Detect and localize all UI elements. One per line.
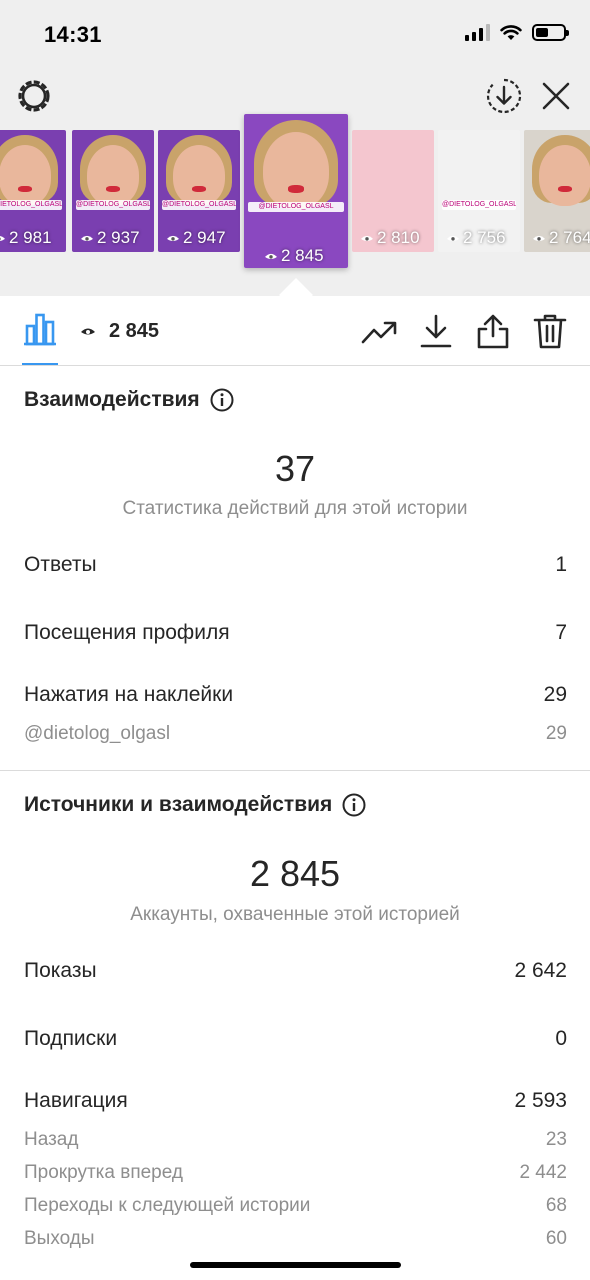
bar-chart-icon[interactable] — [20, 310, 60, 350]
story-thumbnail-strip: @DIETOLOG_OLGASL 2 981 @DIETOLOG_OLGASL 2 9… — [0, 0, 590, 296]
sub-stat-value: 2 442 — [519, 1162, 567, 1183]
sub-stat-label: Прокрутка вперед — [24, 1162, 183, 1183]
story-photo-face — [0, 144, 52, 206]
eye-icon — [0, 235, 5, 241]
story-view-count: 2 947 — [166, 228, 226, 248]
story-photo-lips — [287, 184, 305, 193]
story-thumbnail[interactable]: @DIETOLOG_OLGASL 2 981 — [0, 130, 66, 252]
interactions-subtitle: Статистика действий для этой истории — [122, 498, 468, 519]
story-thumbnail[interactable]: @DIETOLOG_OLGASL 2 756 — [438, 130, 520, 252]
interactions-total: 37 — [274, 448, 316, 489]
insights-toolbar: 2 845 — [0, 296, 590, 366]
sub-stat-row: @dietolog_olgasl 29 — [24, 723, 567, 745]
sub-stat-row: Выходы 60 — [24, 1228, 567, 1250]
story-photo-lips — [18, 186, 32, 193]
story-view-count-value: 2 764 — [549, 228, 590, 247]
interactions-heading: Взаимодействия — [24, 388, 234, 412]
story-mention-sticker: @DIETOLOG_OLGASL — [442, 199, 516, 210]
story-view-count: 2 937 — [80, 228, 140, 248]
story-photo-lips — [558, 186, 572, 193]
sub-stat-row: Назад 23 — [24, 1129, 567, 1151]
story-thumbnail[interactable]: @DIETOLOG_OLGASL 2 937 — [72, 130, 154, 252]
info-icon[interactable] — [210, 388, 234, 412]
story-photo-face — [538, 144, 590, 206]
sub-stat-row: Прокрутка вперед 2 442 — [24, 1162, 567, 1184]
sub-stat-label: Переходы к следующей истории — [24, 1195, 311, 1216]
eye-icon — [361, 235, 373, 241]
stat-label: Показы — [24, 959, 97, 982]
story-thumbnail[interactable]: 2 810 — [352, 130, 434, 252]
interactions-title: Взаимодействия — [24, 388, 200, 411]
story-mention-sticker: @DIETOLOG_OLGASL — [248, 201, 344, 212]
eye-icon — [81, 328, 95, 335]
story-view-count-value: 2 947 — [183, 228, 226, 247]
story-view-count-value: 2 937 — [97, 228, 140, 247]
section-divider — [0, 770, 590, 771]
stat-row: Ответы 1 — [24, 553, 567, 577]
story-view-count-value: 2 981 — [9, 228, 52, 247]
story-mention-sticker: @DIETOLOG_OLGASL — [0, 199, 62, 210]
discovery-subtitle: Аккаунты, охваченные этой историей — [130, 904, 460, 925]
stat-value: 29 — [543, 683, 567, 706]
story-view-count: 2 756 — [446, 228, 506, 248]
sub-stat-value: 23 — [545, 1129, 567, 1150]
sub-stat-value: 68 — [545, 1195, 567, 1216]
stat-value: 0 — [555, 1027, 567, 1050]
discovery-heading: Источники и взаимодействия — [24, 793, 366, 817]
story-photo-face — [86, 144, 140, 206]
stat-value: 2 642 — [514, 959, 567, 982]
stat-row: Навигация 2 593 — [24, 1089, 567, 1113]
story-thumbnail[interactable]: 2 764 — [524, 130, 590, 252]
story-reach-count: 2 845 — [109, 320, 160, 342]
story-view-count-value: 2 845 — [281, 246, 324, 265]
stat-row: Посещения профиля 7 — [24, 621, 567, 645]
share-icon[interactable] — [474, 312, 512, 350]
stat-value: 1 — [555, 553, 567, 576]
trending-up-icon[interactable] — [360, 312, 398, 350]
stat-row: Нажатия на наклейки 29 — [24, 683, 567, 707]
stat-row: Подписки 0 — [24, 1027, 567, 1051]
sub-stat-value: 60 — [545, 1228, 567, 1249]
sub-stat-label: Выходы — [24, 1228, 95, 1249]
story-view-count-value: 2 810 — [377, 228, 420, 247]
story-mention-sticker: @DIETOLOG_OLGASL — [76, 199, 150, 210]
story-photo-face — [172, 144, 226, 206]
eye-icon — [81, 235, 93, 241]
story-photo-lips — [106, 186, 120, 193]
eye-icon — [167, 235, 179, 241]
stat-value: 7 — [555, 621, 567, 644]
eye-icon — [265, 253, 277, 259]
sub-stat-row: Переходы к следующей истории 68 — [24, 1195, 567, 1217]
info-icon[interactable] — [342, 793, 366, 817]
story-photo-face — [262, 132, 330, 210]
download-icon[interactable] — [417, 312, 455, 350]
trash-icon[interactable] — [531, 312, 569, 350]
stat-label: Ответы — [24, 553, 97, 576]
story-thumbnail[interactable]: @DIETOLOG_OLGASL 2 947 — [158, 130, 240, 252]
stat-label: Посещения профиля — [24, 621, 230, 644]
story-view-count-value: 2 756 — [463, 228, 506, 247]
story-mention-sticker: @DIETOLOG_OLGASL — [162, 199, 236, 210]
story-thumbnail-selected[interactable]: @DIETOLOG_OLGASL 2 845 — [244, 114, 348, 268]
active-tab-indicator — [22, 363, 58, 365]
stat-label: Навигация — [24, 1089, 128, 1112]
sub-stat-label: Назад — [24, 1129, 79, 1150]
stat-row: Показы 2 642 — [24, 959, 567, 983]
eye-icon — [447, 235, 459, 241]
story-view-count: 2 981 — [0, 228, 52, 248]
eye-icon — [533, 235, 545, 241]
story-view-count: 2 764 — [532, 228, 590, 248]
discovery-total: 2 845 — [249, 853, 341, 894]
story-photo-lips — [192, 186, 206, 193]
stat-label: Нажатия на наклейки — [24, 683, 234, 706]
story-view-count: 2 810 — [360, 228, 420, 248]
stat-value: 2 593 — [514, 1089, 567, 1112]
sub-stat-label: @dietolog_olgasl — [24, 723, 171, 744]
stat-label: Подписки — [24, 1027, 118, 1050]
home-indicator — [190, 1262, 401, 1268]
discovery-title: Источники и взаимодействия — [24, 793, 333, 816]
sub-stat-value: 29 — [545, 723, 567, 744]
story-view-count: 2 845 — [264, 246, 324, 266]
